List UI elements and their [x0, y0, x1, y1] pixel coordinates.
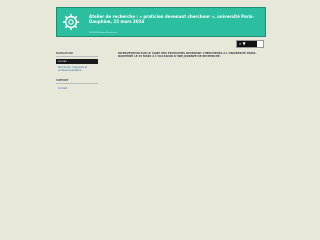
search-box: ⌕ ▼ — [236, 40, 264, 48]
page-title: Atelier de recherche : « praticien deven… — [89, 14, 255, 24]
gear-logo-icon — [62, 13, 80, 31]
sidebar: NAVIGATION Accueil Recherche, ingénierie… — [56, 52, 98, 92]
search-button[interactable]: ⌕ ▼ — [237, 41, 257, 47]
sidebar-section-support: SUPPORT Contact — [56, 79, 98, 91]
sidebar-item-contact[interactable]: Contact — [56, 86, 98, 91]
sidebar-section-navigation: NAVIGATION Accueil Recherche, ingénierie… — [56, 52, 98, 73]
sidebar-heading: SUPPORT — [56, 79, 98, 84]
article-intro: INTERVENTION SUR LE SUJET DES PRATICIENS… — [118, 52, 257, 59]
post-meta: 25/03/2024 dans Recherche — [89, 32, 118, 34]
search-input[interactable] — [257, 41, 263, 47]
site-header: Atelier de recherche : « praticien deven… — [56, 7, 266, 37]
sidebar-item-accueil[interactable]: Accueil — [56, 59, 98, 64]
sidebar-item-recherche[interactable]: Recherche, ingénierie et professionnalis… — [56, 65, 98, 73]
sidebar-heading: NAVIGATION — [56, 52, 98, 57]
